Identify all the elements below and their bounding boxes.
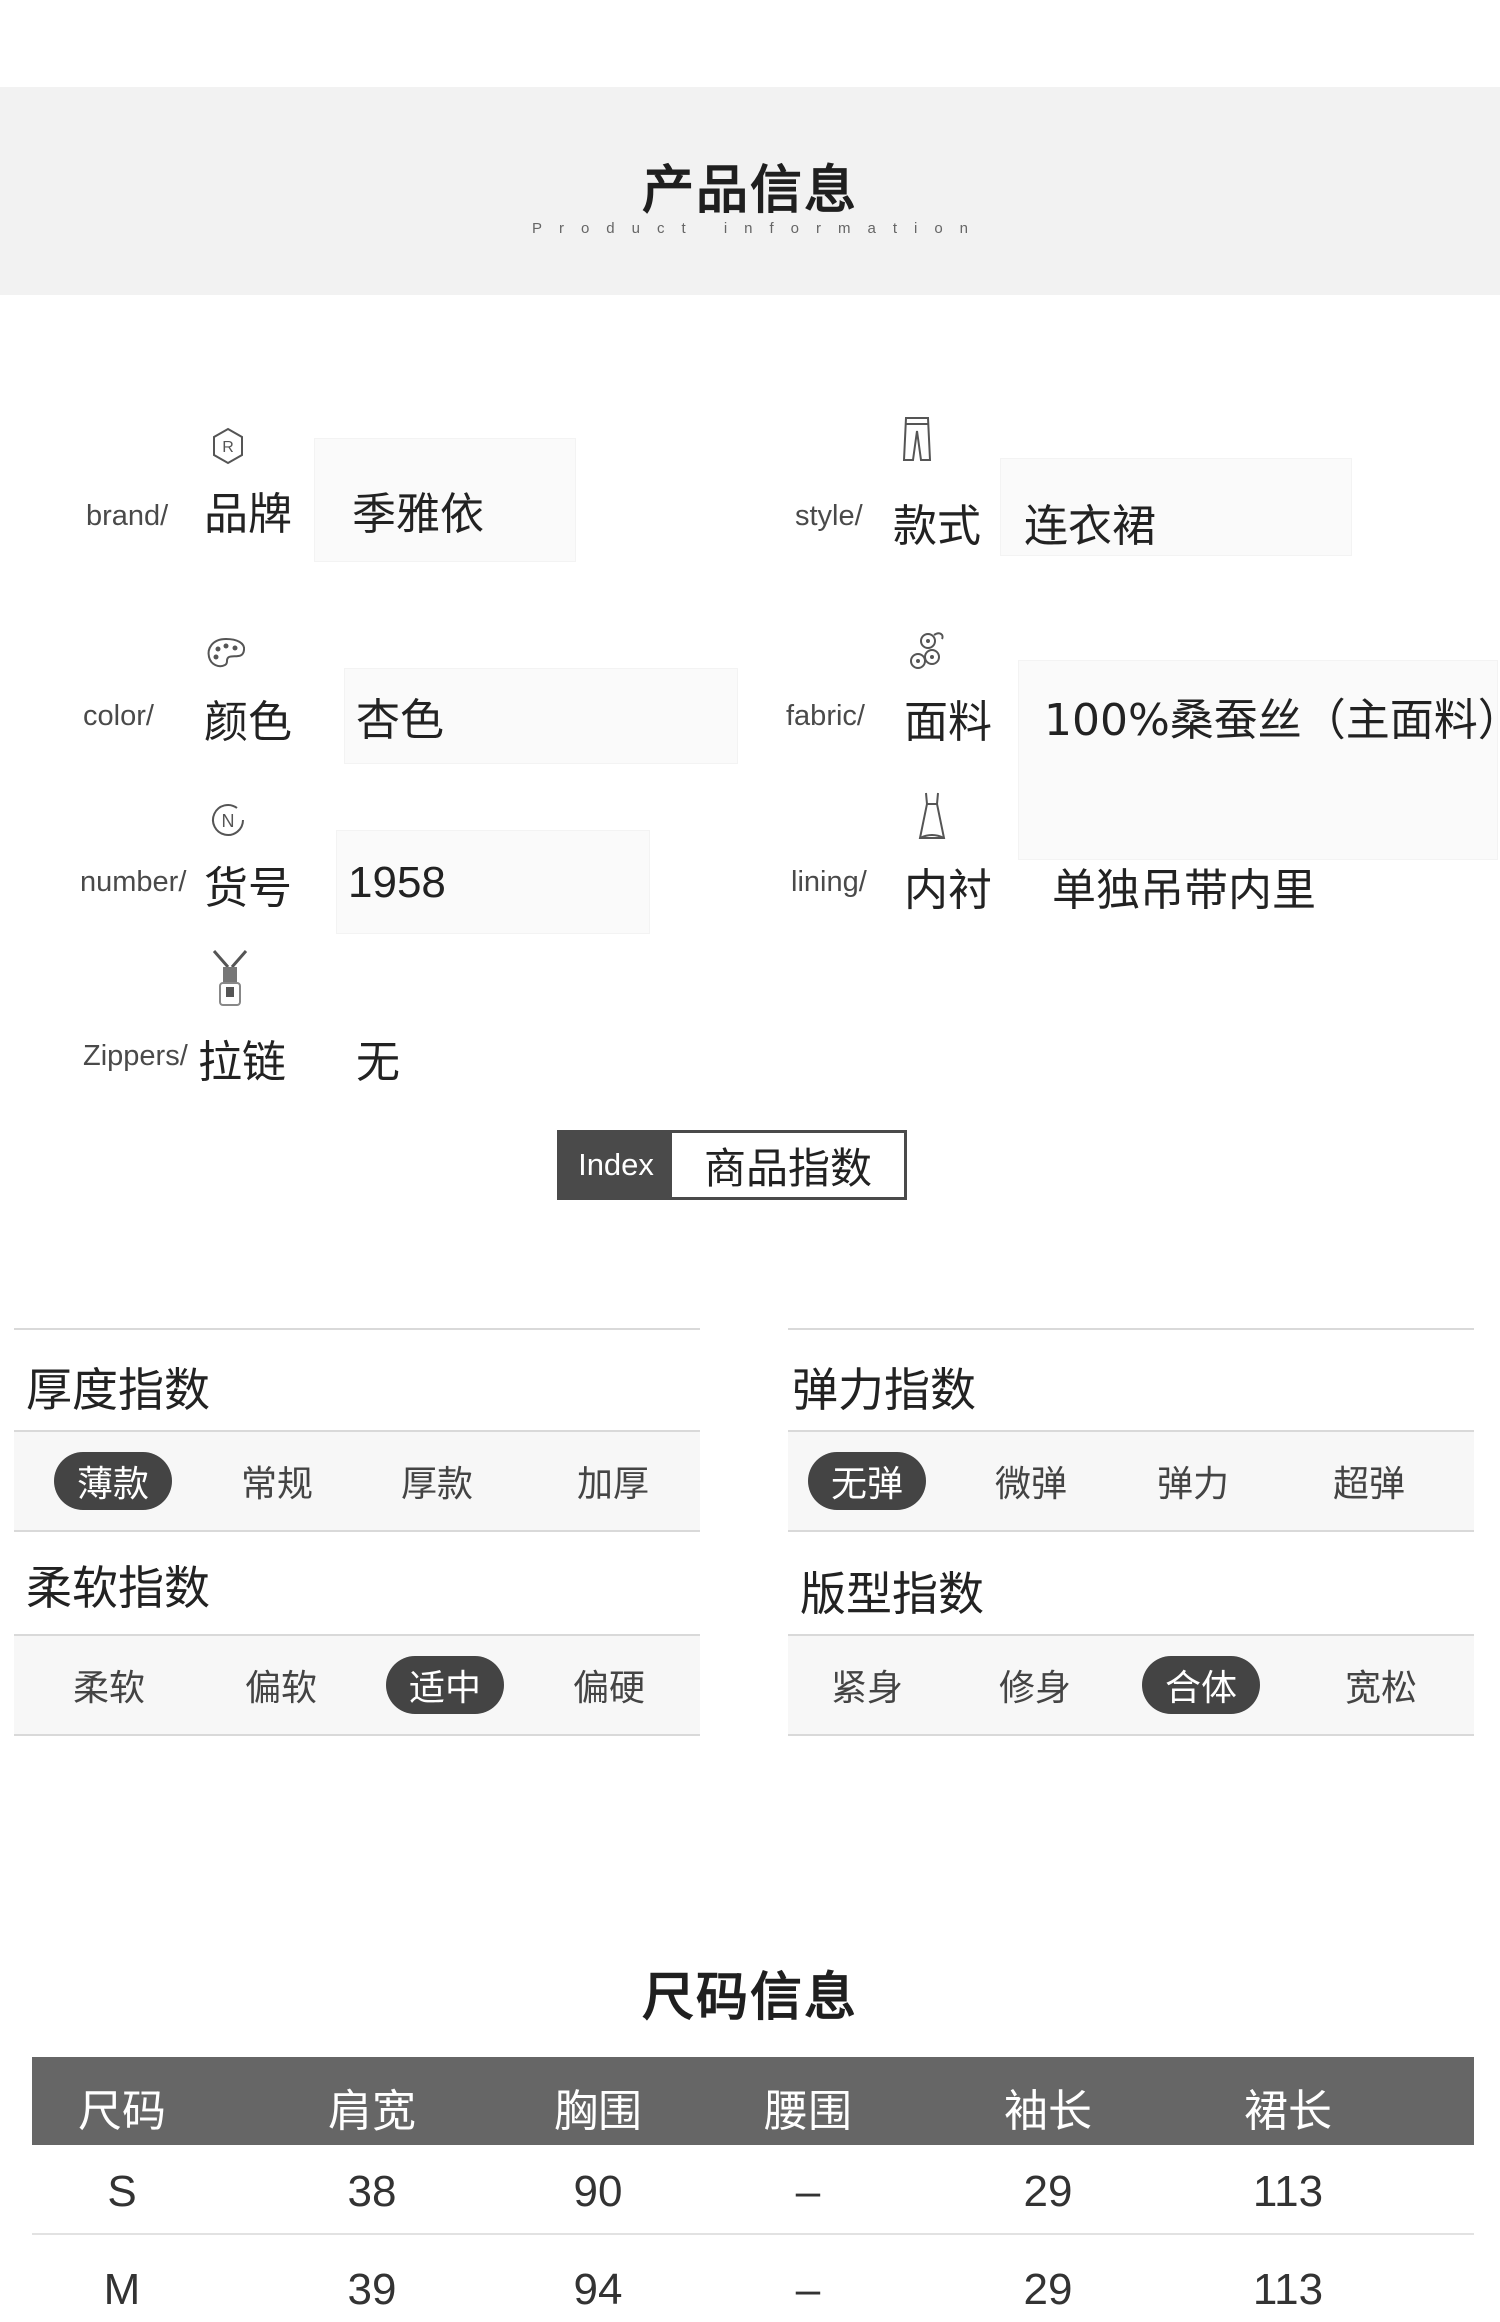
softness-index-title: 柔软指数: [26, 1561, 210, 1615]
cell-waist: –: [795, 2167, 821, 2216]
thread-spools-icon: [903, 624, 951, 676]
elasticity-option-none: 无弹: [808, 1452, 926, 1510]
thickness-options: 薄款 常规 厚款 加厚: [14, 1432, 700, 1530]
softness-index-panel: 柔软指数 柔软 偏软 适中 偏硬: [14, 1534, 700, 1740]
pants-icon: [893, 413, 941, 465]
number-label-en: number/: [80, 866, 187, 898]
cell-size: S: [107, 2167, 137, 2216]
dress-icon: [908, 790, 956, 842]
header-bust: 胸围: [554, 2086, 642, 2137]
zippers-value: 无: [356, 1037, 400, 1088]
fabric-value: 100%桑蚕丝（主面料）: [1044, 695, 1500, 746]
cell-bust: 90: [573, 2167, 623, 2216]
color-value: 杏色: [356, 695, 444, 746]
palette-icon: [202, 628, 250, 680]
thickness-index-title: 厚度指数: [26, 1363, 210, 1417]
svg-text:N: N: [222, 811, 235, 831]
thickness-index-panel: 厚度指数 薄款 常规 厚款 加厚: [14, 1328, 700, 1534]
cell-length: 113: [1252, 2167, 1324, 2216]
page-subtitle: Product information: [531, 220, 986, 237]
table-row: S 38 90 – 29 113: [32, 2145, 1474, 2245]
brand-label-en: brand/: [86, 500, 169, 532]
divider: [788, 1328, 1474, 1330]
divider: [14, 1530, 700, 1532]
cell-length: 113: [1252, 2265, 1324, 2314]
brand-label-cn: 品牌: [204, 489, 292, 540]
svg-text:R: R: [222, 439, 234, 456]
elasticity-options: 无弹 微弹 弹力 超弹: [788, 1432, 1474, 1530]
style-value: 连衣裙: [1024, 501, 1156, 552]
softness-option-fairly-hard: 偏硬: [572, 1668, 645, 1709]
divider: [788, 1734, 1474, 1736]
cell-size: M: [103, 2265, 141, 2314]
header-waist: 腰围: [764, 2086, 852, 2137]
size-table-header: 尺码 肩宽 胸围 腰围 袖长 裙长: [32, 2057, 1474, 2145]
fit-index-panel: 版型指数 紧身 修身 合体 宽松: [788, 1534, 1474, 1740]
style-label-en: style/: [795, 500, 863, 532]
elasticity-index-title: 弹力指数: [792, 1363, 976, 1417]
cell-bust: 94: [573, 2265, 623, 2314]
index-badge-cn: 商品指数: [703, 1143, 872, 1193]
softness-options: 柔软 偏软 适中 偏硬: [14, 1636, 700, 1734]
color-label-en: color/: [83, 700, 154, 732]
lining-value: 单独吊带内里: [1052, 865, 1316, 916]
fit-index-title: 版型指数: [800, 1567, 984, 1621]
header-sleeve: 袖长: [1004, 2086, 1092, 2137]
fit-option-slim: 修身: [998, 1668, 1071, 1709]
fabric-label-en: fabric/: [786, 700, 865, 732]
lining-label-en: lining/: [791, 866, 867, 898]
number-value: 1958: [348, 858, 446, 907]
cell-sleeve: 29: [1023, 2167, 1073, 2216]
softness-option-soft: 柔软: [72, 1668, 145, 1709]
divider: [32, 2233, 1474, 2235]
softness-option-fairly-soft: 偏软: [244, 1668, 317, 1709]
divider: [14, 1328, 700, 1330]
registered-icon: R: [204, 420, 252, 472]
elasticity-option-slight: 微弹: [994, 1464, 1067, 1505]
number-label-cn: 货号: [204, 863, 292, 914]
header-size: 尺码: [78, 2086, 166, 2137]
table-row: M 39 94 – 29 113: [32, 2243, 1474, 2322]
number-circle-icon: N: [204, 794, 252, 846]
fit-option-regular: 合体: [1142, 1656, 1260, 1714]
page-title: 产品信息: [641, 161, 858, 221]
fit-options: 紧身 修身 合体 宽松: [788, 1636, 1474, 1734]
cell-sleeve: 29: [1023, 2265, 1073, 2314]
zippers-label-cn: 拉链: [198, 1037, 286, 1088]
style-label-cn: 款式: [893, 501, 981, 552]
brand-value: 季雅依: [352, 489, 484, 540]
zipper-icon: [206, 950, 254, 1006]
thickness-option-regular: 常规: [240, 1464, 313, 1505]
elasticity-option-elastic: 弹力: [1156, 1464, 1229, 1505]
cell-shoulder: 38: [347, 2167, 397, 2216]
index-badge: Index 商品指数: [557, 1130, 907, 1200]
zippers-label-en: Zippers/: [83, 1040, 188, 1072]
thickness-option-thin: 薄款: [54, 1452, 172, 1510]
divider: [14, 1734, 700, 1736]
cell-shoulder: 39: [347, 2265, 397, 2314]
size-info-title: 尺码信息: [641, 1968, 858, 2028]
color-label-cn: 颜色: [204, 697, 292, 748]
thickness-option-extra-thick: 加厚: [576, 1464, 649, 1505]
fit-option-loose: 宽松: [1344, 1668, 1417, 1709]
cell-waist: –: [795, 2265, 821, 2314]
index-badge-en: Index: [560, 1133, 672, 1197]
lining-label-cn: 内衬: [904, 865, 992, 916]
elasticity-option-super: 超弹: [1332, 1464, 1405, 1505]
fabric-label-cn: 面料: [904, 697, 992, 748]
fit-option-tight: 紧身: [830, 1668, 903, 1709]
header-length: 裙长: [1244, 2086, 1332, 2137]
softness-option-medium: 适中: [386, 1656, 504, 1714]
divider: [788, 1530, 1474, 1532]
thickness-option-thick: 厚款: [400, 1464, 473, 1505]
header-shoulder: 肩宽: [328, 2086, 416, 2137]
elasticity-index-panel: 弹力指数 无弹 微弹 弹力 超弹: [788, 1328, 1474, 1534]
